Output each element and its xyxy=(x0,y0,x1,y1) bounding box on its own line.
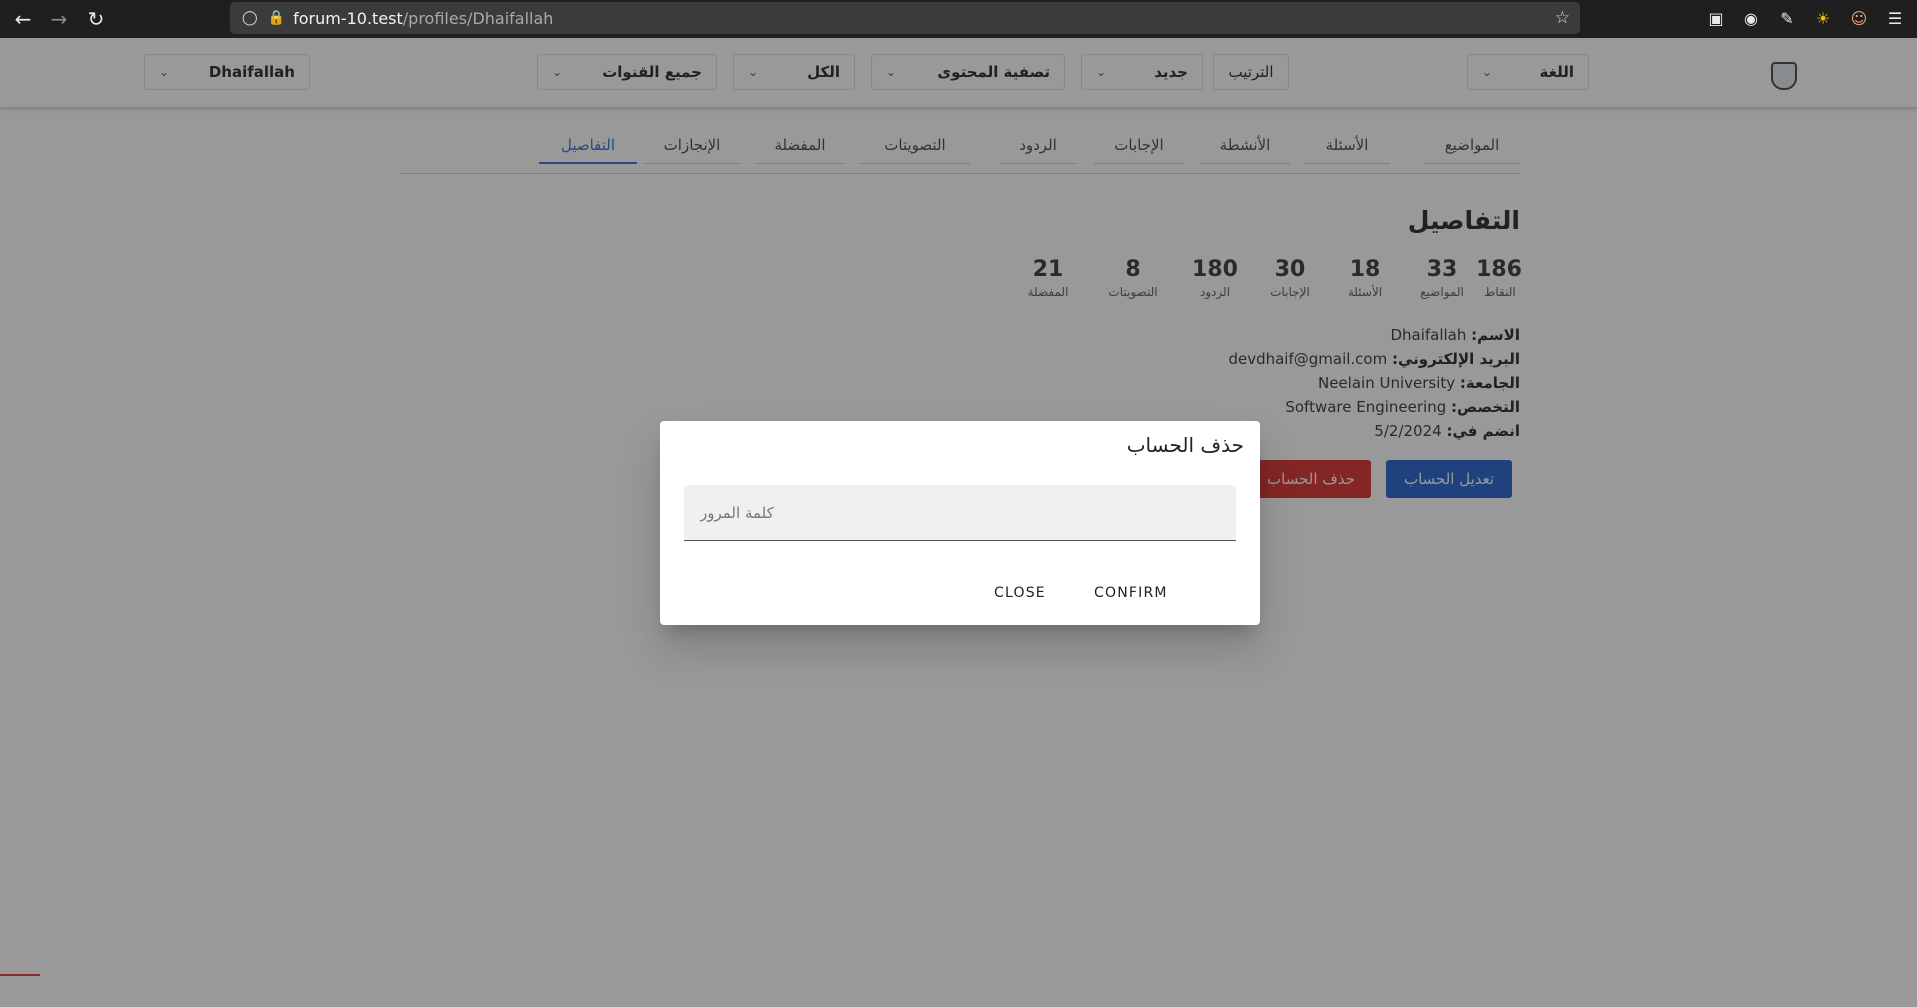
confirm-button[interactable]: CONFIRM xyxy=(1094,585,1168,601)
pocket-icon[interactable]: ▣ xyxy=(1705,8,1727,30)
menu-icon[interactable]: ☰ xyxy=(1884,8,1906,30)
shield-icon: ◯ xyxy=(242,10,258,26)
password-input[interactable] xyxy=(684,485,1236,540)
sun-icon[interactable]: ☀ xyxy=(1812,8,1834,30)
dialog-title: حذف الحساب xyxy=(1126,433,1244,457)
browser-toolbar: ← → ↻ ◯ 🔒 forum-10.test/profiles/Dhaifal… xyxy=(0,0,1917,38)
reload-icon[interactable]: ↻ xyxy=(83,6,109,32)
profile-avatar-icon[interactable]: ☺ xyxy=(1848,8,1870,30)
bookmark-star-icon[interactable]: ☆ xyxy=(1555,8,1570,28)
url-bar[interactable]: ◯ 🔒 forum-10.test/profiles/Dhaifallah ☆ xyxy=(230,2,1580,34)
delete-account-dialog: حذف الحساب CONFIRM CLOSE xyxy=(660,421,1260,625)
account-icon[interactable]: ◉ xyxy=(1740,8,1762,30)
url-path: /profiles/Dhaifallah xyxy=(402,8,554,28)
back-icon[interactable]: ← xyxy=(10,6,36,32)
extensions-icon[interactable]: ✎ xyxy=(1776,8,1798,30)
url-host: forum-10.test xyxy=(293,8,403,28)
forward-icon[interactable]: → xyxy=(46,6,72,32)
lock-icon: 🔒 xyxy=(267,10,286,26)
password-field[interactable] xyxy=(684,485,1236,541)
close-button[interactable]: CLOSE xyxy=(994,585,1046,601)
